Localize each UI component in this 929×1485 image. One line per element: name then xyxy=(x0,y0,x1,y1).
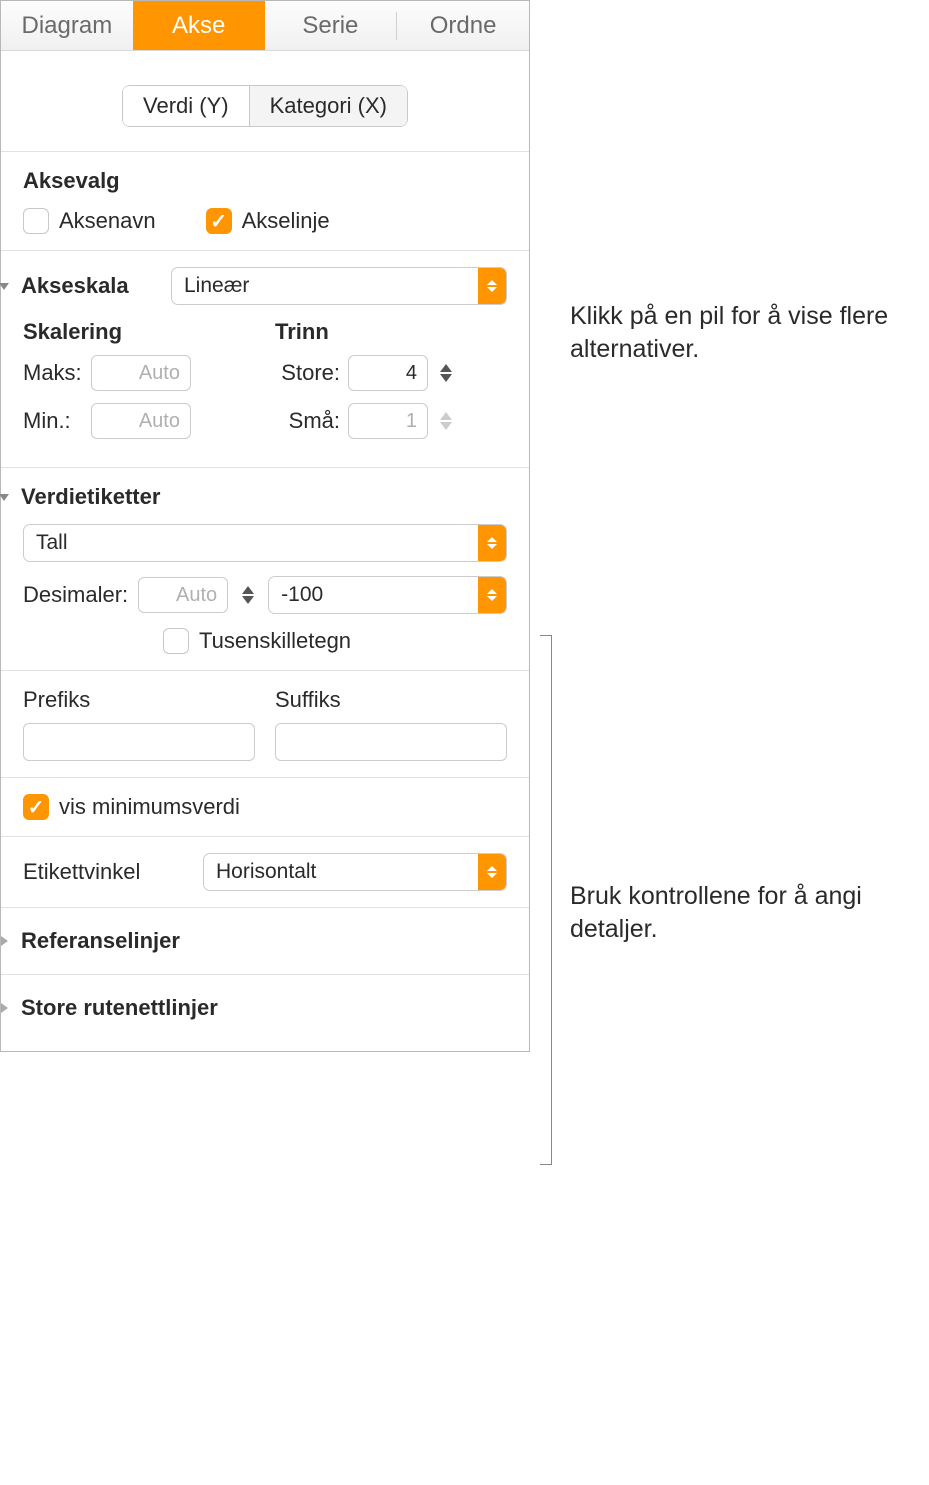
axis-scale-popup[interactable]: Lineær xyxy=(171,267,507,305)
checkbox-icon xyxy=(23,794,49,820)
callouts-area: Klikk på en pil for å vise flere alterna… xyxy=(530,0,929,1485)
callout-mid: Bruk kontrollene for å angi detaljer. xyxy=(570,880,929,945)
value-labels-type-popup[interactable]: Tall xyxy=(23,524,507,562)
checkbox-axis-name[interactable]: Aksenavn xyxy=(23,208,156,234)
gridlines-label: Store rutenettlinjer xyxy=(21,995,218,1021)
popup-arrows-icon xyxy=(478,577,506,613)
value-labels-title: Verdietiketter xyxy=(21,484,160,510)
axis-options-title: Aksevalg xyxy=(23,168,507,194)
decimals-input[interactable] xyxy=(138,577,228,613)
checkbox-icon xyxy=(23,208,49,234)
section-show-min: vis minimumsverdi xyxy=(23,778,507,836)
label-angle-popup[interactable]: Horisontalt xyxy=(203,853,507,891)
min-label: Min.: xyxy=(23,408,83,434)
checkbox-icon xyxy=(206,208,232,234)
callout-bracket xyxy=(540,635,552,1165)
axis-scale-title: Akseskala xyxy=(21,273,161,299)
checkbox-icon xyxy=(163,628,189,654)
axis-line-label: Akselinje xyxy=(242,208,330,234)
tab-diagram[interactable]: Diagram xyxy=(1,1,133,50)
decimals-label: Desimaler: xyxy=(23,582,128,608)
negative-format-popup[interactable]: -100 xyxy=(268,576,507,614)
tab-ordne[interactable]: Ordne xyxy=(397,1,529,50)
suffix-input[interactable] xyxy=(275,723,507,761)
label-angle-value: Horisontalt xyxy=(204,860,478,884)
disclosure-value-labels[interactable] xyxy=(0,490,11,504)
prefix-label: Prefiks xyxy=(23,687,255,713)
seg-category-x[interactable]: Kategori (X) xyxy=(249,85,408,127)
seg-value-y[interactable]: Verdi (Y) xyxy=(122,85,249,127)
callout-top: Klikk på en pil for å vise flere alterna… xyxy=(570,300,929,365)
disclosure-axis-scale[interactable] xyxy=(0,279,11,293)
tab-serie[interactable]: Serie xyxy=(265,1,397,50)
popup-arrows-icon xyxy=(478,525,506,561)
popup-arrows-icon xyxy=(478,268,506,304)
max-label: Maks: xyxy=(23,360,83,386)
checkbox-axis-line[interactable]: Akselinje xyxy=(206,208,330,234)
thousands-label: Tusenskilletegn xyxy=(199,628,351,654)
disclosure-gridlines[interactable] xyxy=(0,1001,11,1015)
show-min-label: vis minimumsverdi xyxy=(59,794,240,820)
tab-akse[interactable]: Akse xyxy=(133,1,265,50)
big-label: Store: xyxy=(275,360,340,386)
axis-scale-value: Lineær xyxy=(172,274,478,298)
section-axis-scale: Akseskala Lineær Skalering Maks: xyxy=(23,251,507,467)
big-input[interactable] xyxy=(348,355,428,391)
main-tabs: Diagram Akse Serie Ordne xyxy=(1,1,529,51)
label-angle-label: Etikettvinkel xyxy=(23,859,173,885)
chevron-right-icon xyxy=(0,1001,11,1015)
scaling-title: Skalering xyxy=(23,319,255,345)
big-stepper[interactable] xyxy=(436,355,456,391)
chevron-right-icon xyxy=(0,934,11,948)
min-input[interactable] xyxy=(91,403,191,439)
value-labels-type: Tall xyxy=(24,531,478,555)
reference-lines-label: Referanselinjer xyxy=(21,928,180,954)
axis-name-label: Aksenavn xyxy=(59,208,156,234)
section-value-labels: Verdietiketter Tall Desimaler: -100 Tuse… xyxy=(23,468,507,670)
small-input[interactable] xyxy=(348,403,428,439)
prefix-input[interactable] xyxy=(23,723,255,761)
section-reference-lines[interactable]: Referanselinjer xyxy=(0,908,507,974)
checkbox-thousands[interactable]: Tusenskilletegn xyxy=(163,628,507,654)
section-gridlines[interactable]: Store rutenettlinjer xyxy=(0,975,507,1051)
popup-arrows-icon xyxy=(478,854,506,890)
suffix-label: Suffiks xyxy=(275,687,507,713)
steps-title: Trinn xyxy=(275,319,507,345)
small-stepper[interactable] xyxy=(436,403,456,439)
chevron-down-icon xyxy=(0,279,11,293)
checkbox-show-min[interactable]: vis minimumsverdi xyxy=(23,794,507,820)
negative-format-value: -100 xyxy=(269,583,478,607)
decimals-stepper[interactable] xyxy=(238,577,258,613)
axis-segmented-control: Verdi (Y) Kategori (X) xyxy=(122,85,408,127)
disclosure-reference-lines[interactable] xyxy=(0,934,11,948)
format-panel: Diagram Akse Serie Ordne Verdi (Y) Kateg… xyxy=(0,0,530,1052)
small-label: Små: xyxy=(275,408,340,434)
section-label-angle: Etikettvinkel Horisontalt xyxy=(23,837,507,907)
max-input[interactable] xyxy=(91,355,191,391)
chevron-down-icon xyxy=(0,490,11,504)
section-axis-options: Aksevalg Aksenavn Akselinje xyxy=(23,152,507,250)
section-prefix-suffix: Prefiks Suffiks xyxy=(23,671,507,777)
